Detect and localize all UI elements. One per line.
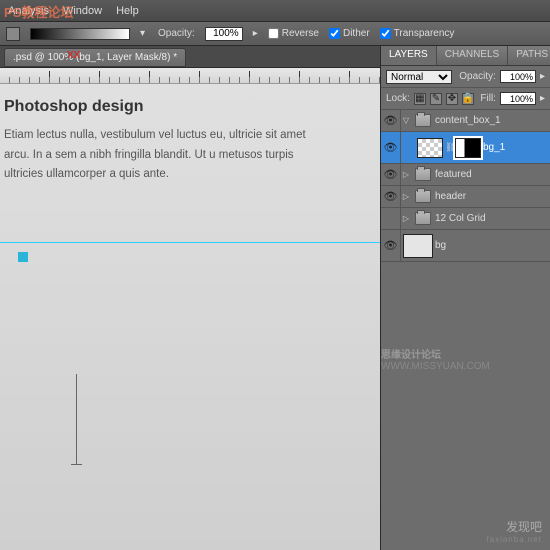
- lock-row: Lock: ▦ ✎ ✥ 🔒 Fill: 100% ▸: [381, 88, 550, 110]
- watermark-missyuan: 思缘设计论坛WWW.MISSYUAN.COM: [381, 346, 540, 372]
- fill-flyout-icon[interactable]: ▸: [540, 93, 545, 104]
- layers-panel: LAYERS CHANNELS PATHS ▸≡ Normal Opacity:…: [380, 46, 550, 550]
- lock-label: Lock:: [386, 93, 410, 104]
- lock-position-icon[interactable]: ✥: [446, 93, 458, 105]
- opacity-flyout-icon[interactable]: ▸: [540, 71, 545, 82]
- disclosure-icon[interactable]: ▷: [401, 214, 411, 223]
- overlay-watermark: PS教程论坛: [4, 2, 73, 21]
- layer-group-featured[interactable]: 👁 ▷ featured: [381, 164, 550, 186]
- gradient-preview[interactable]: [30, 28, 130, 40]
- ruler-horizontal[interactable]: [0, 68, 380, 84]
- gradient-dropdown-icon[interactable]: ▾: [140, 28, 148, 40]
- visibility-icon[interactable]: 👁: [381, 132, 401, 164]
- folder-icon: [415, 190, 431, 203]
- dither-checkbox[interactable]: Dither: [329, 28, 370, 39]
- transparency-checkbox[interactable]: Transparency: [380, 28, 455, 39]
- text-cursor-base: [71, 464, 82, 465]
- layers-list: 👁 ▽ content_box_1 👁 ⛓ bg_1 👁 ▷ featured …: [381, 110, 550, 262]
- document-tab[interactable]: .psd @ 100% (bg_1, Layer Mask/8) * XX: [4, 48, 186, 67]
- lock-image-icon[interactable]: ✎: [430, 93, 442, 105]
- lock-all-icon[interactable]: 🔒: [462, 93, 474, 105]
- layer-name[interactable]: bg_1: [483, 142, 505, 153]
- opacity-label: Opacity:: [158, 28, 195, 39]
- layer-bg1[interactable]: 👁 ⛓ bg_1: [381, 132, 550, 164]
- layer-name[interactable]: header: [435, 191, 466, 202]
- reverse-checkbox[interactable]: Reverse: [268, 28, 319, 39]
- canvas-body-text: Etiam lectus nulla, vestibulum vel luctu…: [0, 126, 320, 185]
- selection-handle[interactable]: [18, 252, 28, 262]
- panel-opacity-label: Opacity:: [459, 71, 496, 82]
- layer-name[interactable]: bg: [435, 240, 446, 251]
- fill-label: Fill:: [480, 93, 496, 104]
- layer-name[interactable]: content_box_1: [435, 115, 501, 126]
- layer-name[interactable]: featured: [435, 169, 472, 180]
- layer-bg[interactable]: 👁 bg: [381, 230, 550, 262]
- folder-icon: [415, 168, 431, 181]
- layer-group-content-box[interactable]: 👁 ▽ content_box_1: [381, 110, 550, 132]
- panel-tabs: LAYERS CHANNELS PATHS ▸≡: [381, 46, 550, 66]
- folder-icon: [415, 212, 431, 225]
- options-bar: ▾ Opacity: 100% ▸ Reverse Dither Transpa…: [0, 22, 550, 46]
- folder-icon: [415, 114, 431, 127]
- layer-group-grid[interactable]: ▷ 12 Col Grid: [381, 208, 550, 230]
- disclosure-icon[interactable]: ▷: [401, 170, 411, 179]
- fill-value[interactable]: 100%: [500, 92, 536, 105]
- opacity-value[interactable]: 100%: [205, 27, 243, 41]
- layer-thumbnail[interactable]: [417, 138, 443, 158]
- canvas[interactable]: Photoshop design Etiam lectus nulla, ves…: [0, 84, 380, 550]
- guide-line[interactable]: [0, 242, 380, 243]
- tab-channels[interactable]: CHANNELS: [437, 46, 508, 65]
- menu-bar: Analysis Window Help: [0, 0, 550, 22]
- mask-thumbnail[interactable]: [455, 138, 481, 158]
- visibility-icon[interactable]: 👁: [381, 110, 401, 132]
- visibility-icon[interactable]: 👁: [381, 230, 401, 262]
- layer-name[interactable]: 12 Col Grid: [435, 213, 486, 224]
- tab-close-icon[interactable]: XX: [67, 50, 80, 61]
- tab-layers[interactable]: LAYERS: [381, 46, 437, 65]
- menu-help[interactable]: Help: [116, 5, 139, 17]
- visibility-icon[interactable]: 👁: [381, 186, 401, 208]
- lock-transparency-icon[interactable]: ▦: [414, 93, 426, 105]
- watermark-faxianba: 发现吧 faxianba.net: [486, 518, 542, 544]
- disclosure-icon[interactable]: ▽: [401, 116, 411, 125]
- canvas-heading: Photoshop design: [0, 84, 380, 126]
- mask-link-icon[interactable]: ⛓: [445, 142, 453, 153]
- tool-icon[interactable]: [6, 27, 20, 41]
- disclosure-icon[interactable]: ▷: [401, 192, 411, 201]
- document-tab-title: .psd @ 100% (bg_1, Layer Mask/8) *: [13, 52, 177, 63]
- layer-group-header[interactable]: 👁 ▷ header: [381, 186, 550, 208]
- tab-paths[interactable]: PATHS: [508, 46, 550, 65]
- panel-opacity-value[interactable]: 100%: [500, 70, 536, 83]
- blend-mode-select[interactable]: Normal: [386, 70, 452, 84]
- blend-row: Normal Opacity: 100% ▸: [381, 66, 550, 88]
- text-cursor: [76, 374, 77, 464]
- visibility-icon[interactable]: [381, 208, 401, 230]
- visibility-icon[interactable]: 👁: [381, 164, 401, 186]
- layer-thumbnail[interactable]: [403, 234, 433, 258]
- opacity-stepper-icon[interactable]: ▸: [253, 28, 258, 39]
